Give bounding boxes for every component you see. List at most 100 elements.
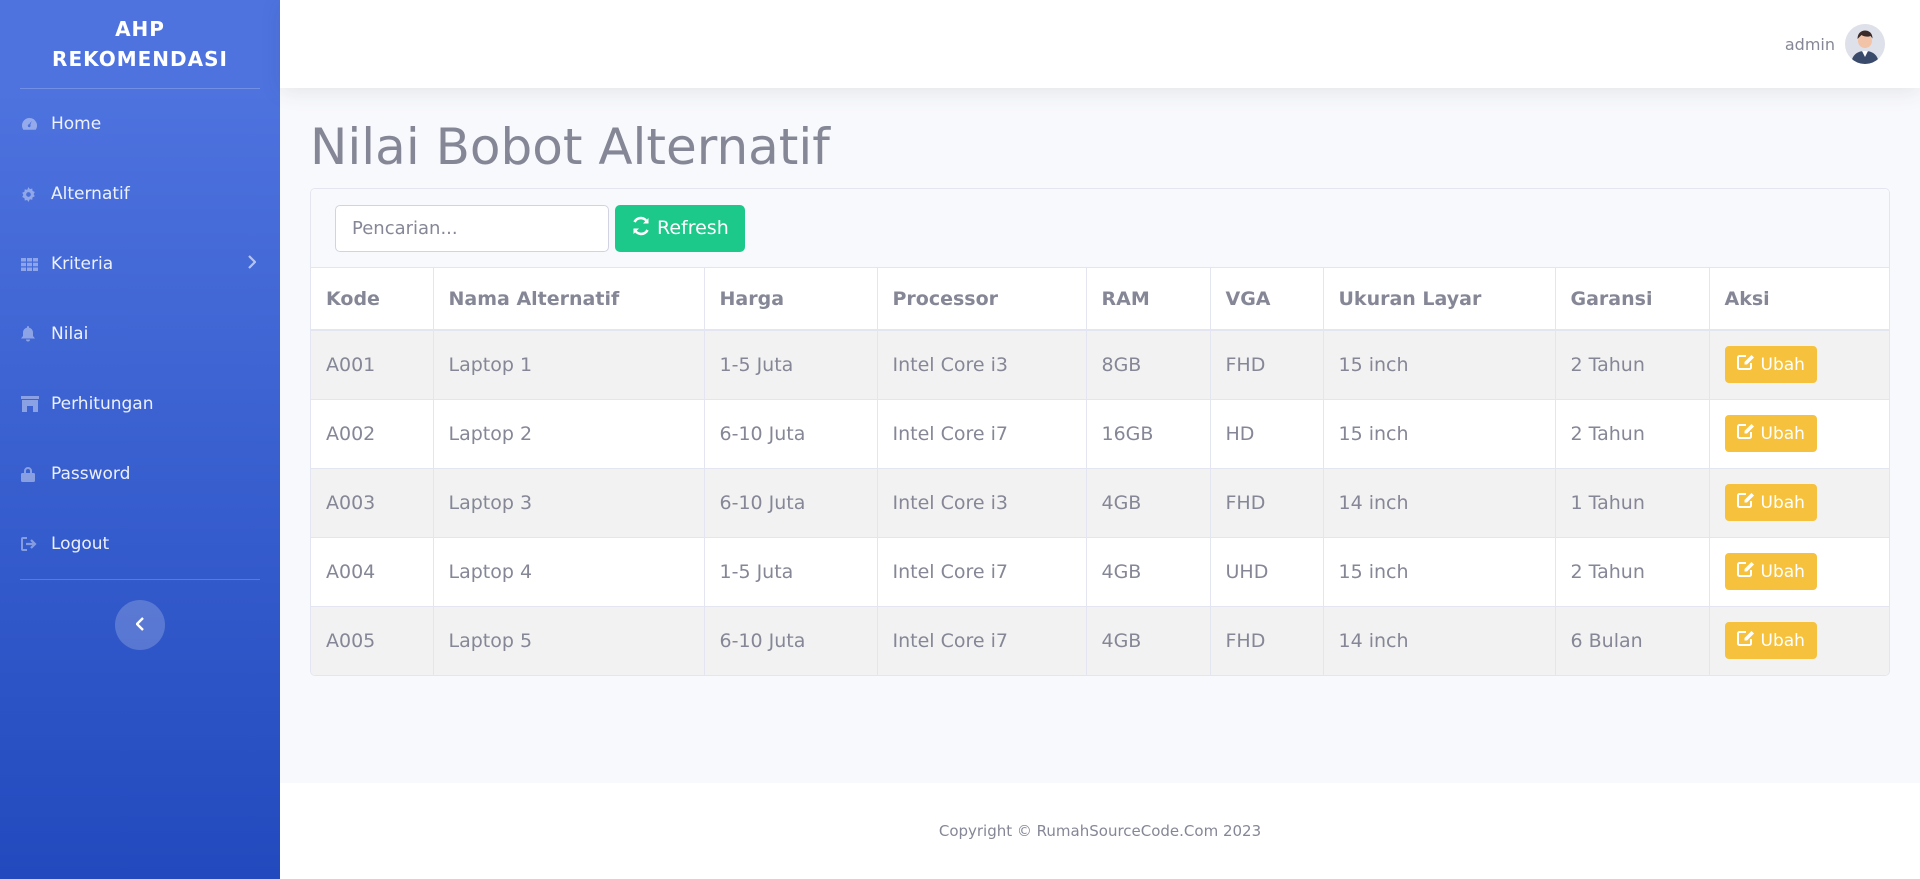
cell-kode: A002 bbox=[311, 399, 434, 468]
column-header-harga[interactable]: Harga bbox=[704, 268, 878, 330]
column-header-processor[interactable]: Processor bbox=[877, 268, 1087, 330]
ubah-button[interactable]: Ubah bbox=[1724, 553, 1817, 590]
cell-ram: 8GB bbox=[1086, 330, 1211, 399]
cell-aksi: Ubah bbox=[1709, 606, 1889, 675]
cell-processor: Intel Core i7 bbox=[877, 399, 1087, 468]
column-header-nama-alternatif[interactable]: Nama Alternatif bbox=[433, 268, 705, 330]
sign-out-icon bbox=[21, 537, 51, 551]
cell-nama-alternatif: Laptop 4 bbox=[433, 537, 705, 606]
ubah-button-label: Ubah bbox=[1760, 492, 1805, 513]
cell-kode: A004 bbox=[311, 537, 434, 606]
sidebar-item-alternatif[interactable]: Alternatif bbox=[0, 159, 280, 229]
edit-icon bbox=[1736, 423, 1755, 444]
ubah-button-label: Ubah bbox=[1760, 561, 1805, 582]
sidebar-item-label: Alternatif bbox=[51, 184, 130, 204]
column-header-garansi[interactable]: Garansi bbox=[1555, 268, 1710, 330]
table-row: A002 Laptop 2 6-10 Juta Intel Core i7 16… bbox=[311, 399, 1889, 468]
sidebar-item-label: Password bbox=[51, 464, 131, 484]
cell-nama-alternatif: Laptop 1 bbox=[433, 330, 705, 399]
sidebar-item-nilai[interactable]: Nilai bbox=[0, 299, 280, 369]
cell-ukuran-layar: 15 inch bbox=[1323, 330, 1556, 399]
copyright-text: Copyright © RumahSourceCode.Com 2023 bbox=[938, 822, 1262, 840]
cell-vga: FHD bbox=[1210, 468, 1324, 537]
footer: Copyright © RumahSourceCode.Com 2023 bbox=[280, 783, 1920, 879]
cell-aksi: Ubah bbox=[1709, 537, 1889, 606]
ubah-button[interactable]: Ubah bbox=[1724, 346, 1817, 384]
cell-aksi: Ubah bbox=[1709, 468, 1889, 537]
column-header-aksi: Aksi bbox=[1724, 287, 1770, 310]
edit-icon bbox=[1736, 630, 1755, 651]
cell-harga: 1-5 Juta bbox=[704, 330, 878, 399]
sidebar-item-home[interactable]: Home bbox=[0, 89, 280, 159]
sidebar-item-password[interactable]: Password bbox=[0, 439, 280, 509]
page-title: Nilai Bobot Alternatif bbox=[310, 118, 830, 176]
sidebar-item-label: Perhitungan bbox=[51, 394, 154, 414]
cell-kode: A005 bbox=[311, 606, 434, 675]
cell-ukuran-layar: 14 inch bbox=[1323, 606, 1556, 675]
cell-harga: 6-10 Juta bbox=[704, 468, 878, 537]
cell-ukuran-layar: 15 inch bbox=[1323, 399, 1556, 468]
sidebar-nav: Home Alternatif Kriteria Nilai Perhitung… bbox=[0, 89, 280, 579]
cell-processor: Intel Core i3 bbox=[877, 330, 1087, 399]
cell-nama-alternatif: Laptop 5 bbox=[433, 606, 705, 675]
sidebar-item-kriteria[interactable]: Kriteria bbox=[0, 229, 280, 299]
bell-icon bbox=[21, 326, 51, 342]
column-header-ram[interactable]: RAM bbox=[1086, 268, 1211, 330]
sidebar-item-label: Logout bbox=[51, 534, 110, 554]
brand[interactable]: AHP REKOMENDASI bbox=[0, 0, 280, 88]
ubah-button-label: Ubah bbox=[1760, 630, 1805, 651]
chevron-right-icon bbox=[247, 254, 257, 274]
edit-icon bbox=[1736, 354, 1755, 375]
column-header-ukuran-layar[interactable]: Ukuran Layar bbox=[1323, 268, 1556, 330]
cell-garansi: 1 Tahun bbox=[1555, 468, 1710, 537]
cell-nama-alternatif: Laptop 3 bbox=[433, 468, 705, 537]
sidebar-item-logout[interactable]: Logout bbox=[0, 509, 280, 579]
alternatif-table: Kode Nama Alternatif Harga Processor RAM… bbox=[311, 268, 1889, 675]
cog-icon bbox=[21, 186, 51, 202]
sidebar-toggle-button[interactable] bbox=[115, 600, 165, 650]
ubah-button[interactable]: Ubah bbox=[1724, 484, 1817, 521]
column-header-vga[interactable]: VGA bbox=[1210, 268, 1324, 330]
refresh-button[interactable]: Refresh bbox=[615, 204, 745, 252]
cell-ram: 16GB bbox=[1086, 399, 1211, 468]
user-name[interactable]: admin bbox=[1785, 35, 1835, 54]
edit-icon bbox=[1736, 561, 1755, 582]
cell-garansi: 2 Tahun bbox=[1555, 330, 1710, 399]
table-icon bbox=[21, 257, 51, 271]
sidebar-item-label: Nilai bbox=[51, 324, 89, 344]
sidebar-item-label: Home bbox=[51, 114, 102, 134]
ubah-button[interactable]: Ubah bbox=[1724, 415, 1817, 452]
user-avatar[interactable] bbox=[1845, 24, 1885, 64]
ubah-button-label: Ubah bbox=[1760, 354, 1805, 375]
lock-icon bbox=[21, 466, 51, 482]
sidebar: AHP REKOMENDASI Home Alternatif Kriteria bbox=[0, 0, 280, 879]
refresh-icon bbox=[631, 216, 651, 241]
sidebar-item-perhitungan[interactable]: Perhitungan bbox=[0, 369, 280, 439]
search-input[interactable] bbox=[335, 204, 609, 252]
table-header-row: Kode Nama Alternatif Harga Processor RAM… bbox=[311, 268, 1889, 330]
cell-processor: Intel Core i3 bbox=[877, 468, 1087, 537]
cell-harga: 1-5 Juta bbox=[704, 537, 878, 606]
table-row: A003 Laptop 3 6-10 Juta Intel Core i3 4G… bbox=[311, 468, 1889, 537]
edit-icon bbox=[1736, 492, 1755, 513]
column-header-kode[interactable]: Kode bbox=[311, 268, 434, 330]
ubah-button[interactable]: Ubah bbox=[1724, 622, 1817, 659]
table-row: A005 Laptop 5 6-10 Juta Intel Core i7 4G… bbox=[311, 606, 1889, 675]
cell-ram: 4GB bbox=[1086, 468, 1211, 537]
brand-line-2: REKOMENDASI bbox=[52, 47, 228, 71]
cell-harga: 6-10 Juta bbox=[704, 399, 878, 468]
brand-line-1: AHP bbox=[115, 17, 165, 41]
cell-ukuran-layar: 14 inch bbox=[1323, 468, 1556, 537]
cell-ram: 4GB bbox=[1086, 537, 1211, 606]
chevron-left-icon bbox=[134, 616, 145, 635]
ubah-button-label: Ubah bbox=[1760, 423, 1805, 444]
cell-ram: 4GB bbox=[1086, 606, 1211, 675]
sidebar-item-label: Kriteria bbox=[51, 254, 114, 274]
cell-kode: A001 bbox=[311, 330, 434, 399]
cell-vga: HD bbox=[1210, 399, 1324, 468]
main-content: Nilai Bobot Alternatif Refresh Kode Nama… bbox=[280, 88, 1920, 783]
cell-ukuran-layar: 15 inch bbox=[1323, 537, 1556, 606]
cell-aksi: Ubah bbox=[1709, 330, 1889, 399]
cell-garansi: 2 Tahun bbox=[1555, 537, 1710, 606]
cell-vga: FHD bbox=[1210, 606, 1324, 675]
